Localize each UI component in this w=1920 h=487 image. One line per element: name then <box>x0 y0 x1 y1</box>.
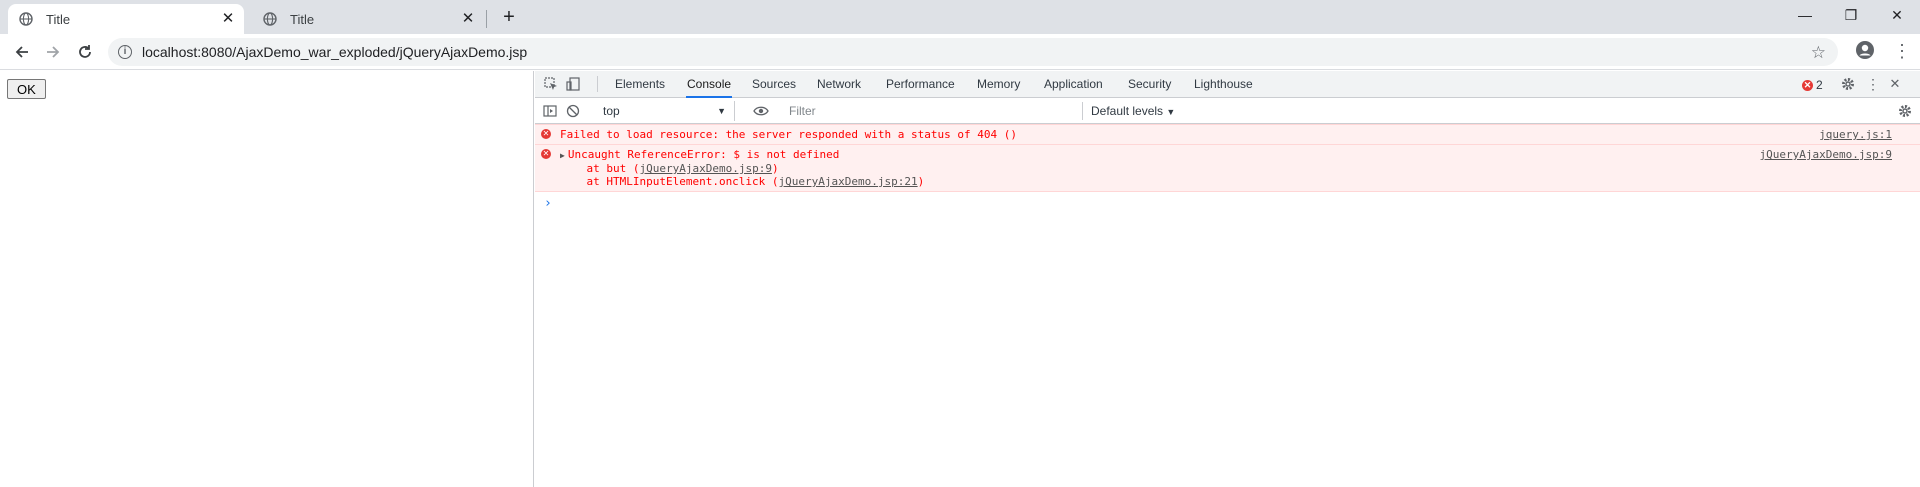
tab-title: Title <box>46 11 71 27</box>
console-error-message: ✕ Failed to load resource: the server re… <box>535 124 1920 145</box>
profile-avatar-icon[interactable] <box>1855 40 1875 65</box>
reload-button[interactable] <box>71 38 99 66</box>
browser-tab[interactable]: Title ✕ <box>252 4 484 34</box>
console-prompt-row[interactable]: › <box>535 192 1920 216</box>
ok-button[interactable]: OK <box>7 79 46 99</box>
page-viewport: OK <box>0 71 534 487</box>
tab-strip: Title ✕ Title ✕ + — ❐ ✕ <box>0 0 1920 34</box>
browser-toolbar: i localhost:8080/AjaxDemo_war_exploded/j… <box>0 34 1920 70</box>
console-error-message: ✕ ▶ Uncaught ReferenceError: $ is not def… <box>535 145 1920 192</box>
error-count: 2 <box>1816 78 1823 92</box>
close-devtools-icon[interactable]: ✕ <box>1887 76 1903 92</box>
error-text: Failed to load resource: the server resp… <box>560 128 1017 141</box>
tab-elements[interactable]: Elements <box>615 71 665 98</box>
tab-console[interactable]: Console <box>686 71 733 98</box>
devtools-tab-bar: Elements Console Sources Network Perform… <box>535 71 1920 98</box>
address-bar[interactable]: i localhost:8080/AjaxDemo_war_exploded/j… <box>108 38 1838 66</box>
stack-frame: at but (jQueryAjaxDemo.jsp:9) <box>560 162 1920 175</box>
error-icon: ✕ <box>1802 79 1813 91</box>
back-button[interactable] <box>8 38 36 66</box>
divider <box>597 76 598 92</box>
error-text: Uncaught ReferenceError: $ is not define… <box>567 148 840 161</box>
expand-triangle-icon[interactable]: ▶ <box>560 151 565 160</box>
eye-icon[interactable] <box>753 103 769 119</box>
log-levels-dropdown[interactable]: Default levels ▼ <box>1091 101 1175 121</box>
stack-frame: at HTMLInputElement.onclick (jQueryAjaxD… <box>560 175 1920 188</box>
close-tab-icon[interactable]: ✕ <box>460 11 476 27</box>
close-window-button[interactable]: ✕ <box>1874 0 1920 30</box>
device-toolbar-icon[interactable] <box>565 76 581 92</box>
console-messages: ✕ Failed to load resource: the server re… <box>535 124 1920 216</box>
tab-performance[interactable]: Performance <box>886 71 955 98</box>
tab-divider <box>486 10 487 28</box>
arrow-left-icon <box>15 46 28 58</box>
minimize-button[interactable]: — <box>1782 0 1828 30</box>
dropdown-arrow-icon: ▼ <box>1166 107 1176 117</box>
arrow-right-icon <box>47 46 60 58</box>
stack-frame-suffix: ) <box>771 162 779 175</box>
error-summary[interactable]: ▶ Uncaught ReferenceError: $ is not defin… <box>560 148 1920 162</box>
stack-frame-link[interactable]: jQueryAjaxDemo.jsp:21 <box>779 175 918 188</box>
dropdown-arrow-icon: ▼ <box>717 106 726 116</box>
globe-icon <box>262 11 278 27</box>
log-levels-label: Default levels <box>1091 104 1164 118</box>
tab-security[interactable]: Security <box>1128 71 1171 98</box>
stack-frame-prefix: at but ( <box>560 162 640 175</box>
browser-menu-icon[interactable]: ⋮ <box>1893 41 1911 62</box>
error-icon: ✕ <box>541 149 551 159</box>
devtools-panel: Elements Console Sources Network Perform… <box>535 71 1920 487</box>
filter-input[interactable]: Filter <box>783 102 1083 120</box>
tab-sources[interactable]: Sources <box>752 71 796 98</box>
url-text: localhost:8080/AjaxDemo_war_exploded/jQu… <box>142 44 528 60</box>
tab-memory[interactable]: Memory <box>977 71 1020 98</box>
reload-icon <box>79 45 91 58</box>
context-selector[interactable]: top ▼ <box>599 101 735 121</box>
restore-button[interactable]: ❐ <box>1828 0 1874 30</box>
prompt-chevron-icon: › <box>544 196 552 211</box>
stack-frame-suffix: ) <box>917 175 925 188</box>
source-link[interactable]: jQueryAjaxDemo.jsp:9 <box>1760 148 1892 161</box>
tab-application[interactable]: Application <box>1044 71 1103 98</box>
new-tab-button[interactable]: + <box>498 7 520 29</box>
tab-lighthouse[interactable]: Lighthouse <box>1194 71 1253 98</box>
source-link[interactable]: jquery.js:1 <box>1819 128 1892 141</box>
console-settings-gear-icon[interactable] <box>1897 103 1913 119</box>
info-icon[interactable]: i <box>118 45 132 59</box>
globe-icon <box>18 11 34 27</box>
stack-frame-link[interactable]: jQueryAjaxDemo.jsp:9 <box>639 162 771 175</box>
settings-gear-icon[interactable] <box>1840 76 1856 92</box>
tab-title: Title <box>290 11 315 27</box>
console-toolbar: top ▼ Filter Default levels ▼ <box>535 98 1920 124</box>
forward-button[interactable] <box>39 38 67 66</box>
more-options-icon[interactable]: ⋮ <box>1865 76 1881 92</box>
inspect-element-icon[interactable] <box>543 76 559 92</box>
error-count-badge[interactable]: ✕ 2 <box>1802 78 1823 92</box>
tab-network[interactable]: Network <box>817 71 861 98</box>
bookmark-star-icon[interactable]: ☆ <box>1811 43 1826 63</box>
error-icon: ✕ <box>541 129 551 139</box>
close-tab-icon[interactable]: ✕ <box>220 11 236 27</box>
sidebar-toggle-icon[interactable] <box>542 103 558 119</box>
stack-frame-prefix: at HTMLInputElement.onclick ( <box>560 175 779 188</box>
context-value: top <box>603 104 620 118</box>
browser-tab-active[interactable]: Title ✕ <box>8 4 244 34</box>
clear-console-icon[interactable] <box>565 103 581 119</box>
